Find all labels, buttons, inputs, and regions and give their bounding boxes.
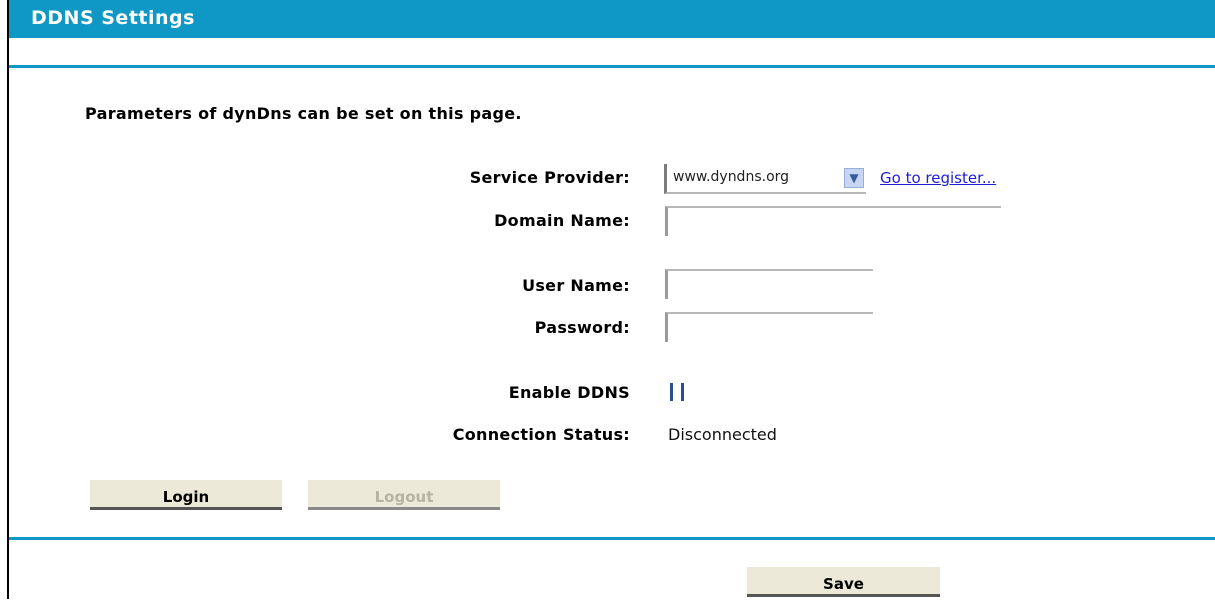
page-left-border [7, 0, 9, 599]
connection-status-label: Connection Status: [452, 425, 630, 444]
title-bar: DDNS Settings [9, 0, 1215, 38]
save-button[interactable]: Save [747, 567, 940, 597]
chevron-down-icon[interactable]: ▼ [844, 168, 864, 188]
enable-ddns-label: Enable DDNS [508, 383, 630, 402]
top-divider [9, 65, 1215, 68]
connection-status-value: Disconnected [668, 425, 777, 444]
enable-ddns-checkbox[interactable] [670, 383, 684, 401]
service-provider-label: Service Provider: [469, 168, 630, 187]
domain-name-label: Domain Name: [494, 211, 630, 230]
logout-button[interactable]: Logout [308, 480, 500, 510]
bottom-divider [9, 537, 1215, 540]
domain-name-input[interactable] [665, 206, 1001, 236]
page-title: DDNS Settings [31, 7, 195, 29]
register-link[interactable]: Go to register... [880, 169, 996, 187]
login-button[interactable]: Login [90, 480, 282, 510]
service-provider-select[interactable]: www.dyndns.org ▼ [664, 164, 866, 194]
intro-text: Parameters of dynDns can be set on this … [85, 104, 522, 123]
password-input[interactable] [665, 312, 873, 342]
user-name-input[interactable] [665, 269, 873, 299]
user-name-label: User Name: [522, 276, 630, 295]
password-label: Password: [534, 318, 630, 337]
service-provider-value: www.dyndns.org [673, 169, 790, 185]
